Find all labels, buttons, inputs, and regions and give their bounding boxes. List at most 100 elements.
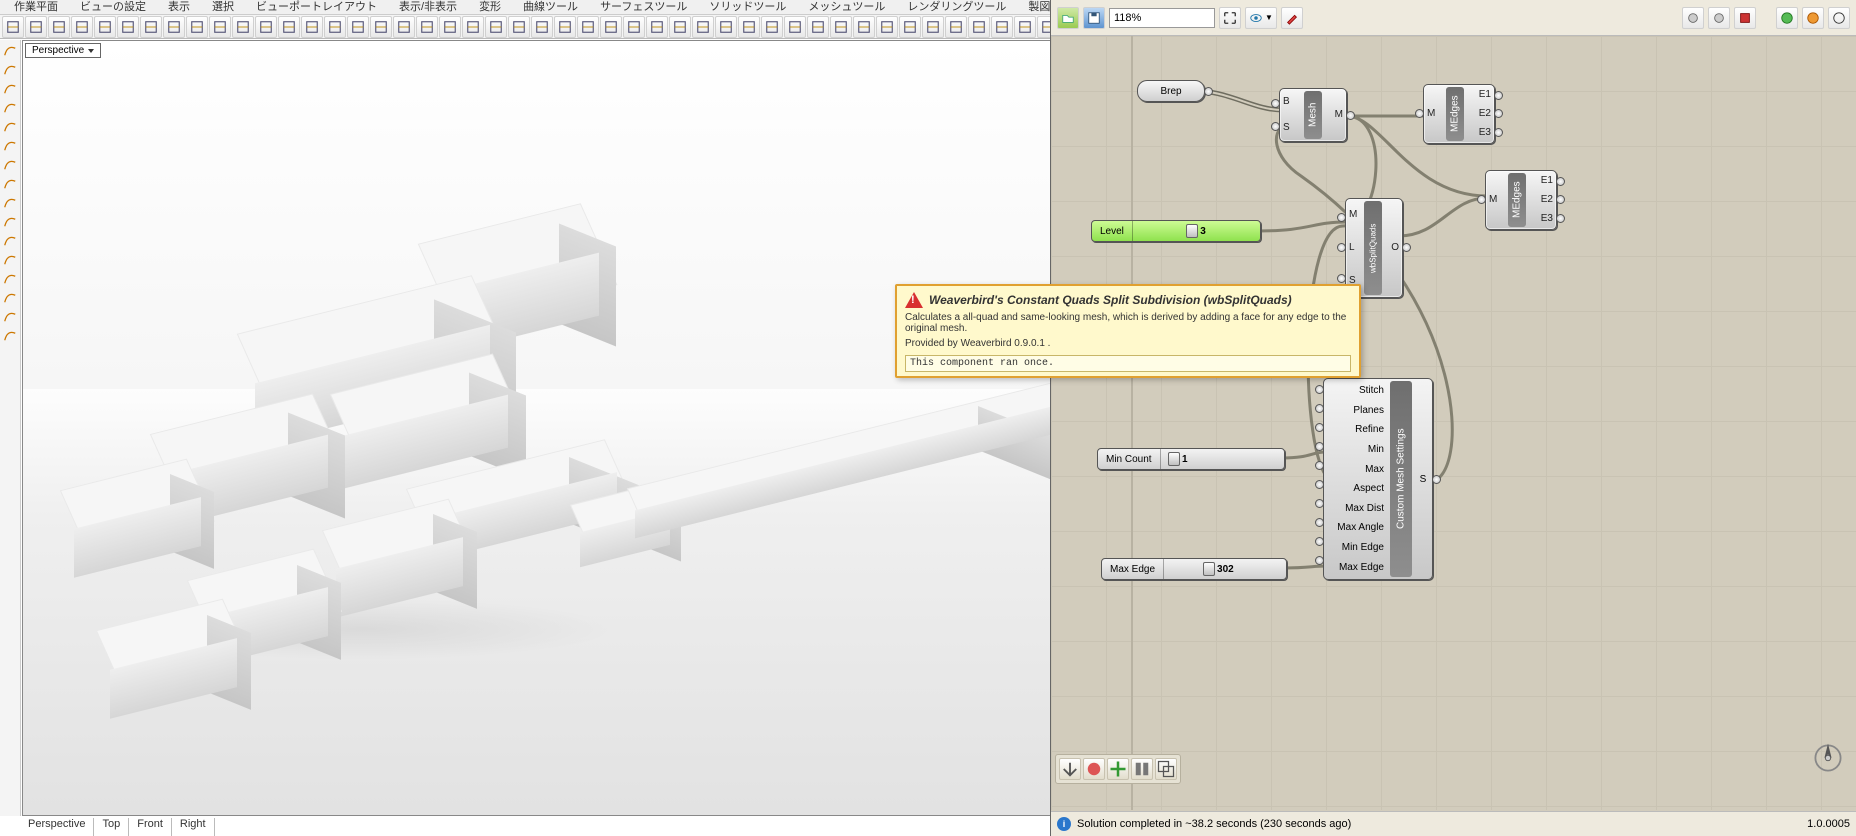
zoom-fit-button[interactable] — [1219, 7, 1241, 29]
left-toolbar-button[interactable] — [2, 327, 18, 343]
toolbar-button[interactable] — [853, 16, 875, 38]
shade-icon[interactable] — [1802, 7, 1824, 29]
toolbar-button[interactable] — [554, 16, 576, 38]
gh-icon[interactable] — [1708, 7, 1730, 29]
gh-icon[interactable] — [1734, 7, 1756, 29]
gh-bottom-button[interactable] — [1059, 758, 1081, 780]
toolbar-button[interactable] — [140, 16, 162, 38]
comp-custom-mesh-settings[interactable]: Stitch Planes Refine Min Max Aspect Max … — [1323, 378, 1433, 580]
toolbar-button[interactable] — [899, 16, 921, 38]
menu-item[interactable]: 表示 — [158, 0, 200, 14]
toolbar-button[interactable] — [393, 16, 415, 38]
toolbar-button[interactable] — [347, 16, 369, 38]
toolbar-button[interactable] — [2, 16, 24, 38]
toolbar-button[interactable] — [577, 16, 599, 38]
left-toolbar-button[interactable] — [2, 232, 18, 248]
toolbar-button[interactable] — [209, 16, 231, 38]
zoom-field[interactable] — [1109, 8, 1215, 28]
toolbar-button[interactable] — [876, 16, 898, 38]
menu-item[interactable]: サーフェスツール — [590, 0, 697, 14]
param-brep[interactable]: Brep — [1137, 80, 1205, 102]
comp-mesh[interactable]: BS Mesh M — [1279, 88, 1347, 142]
gh-icon[interactable] — [1682, 7, 1704, 29]
toolbar-button[interactable] — [991, 16, 1013, 38]
toolbar-button[interactable] — [508, 16, 530, 38]
menu-item[interactable]: 変形 — [469, 0, 511, 14]
perspective-viewport[interactable]: Perspective — [22, 40, 1051, 816]
toolbar-button[interactable] — [623, 16, 645, 38]
toolbar-button[interactable] — [922, 16, 944, 38]
left-toolbar-button[interactable] — [2, 156, 18, 172]
viewport-tabs[interactable]: Perspective Top Front Right — [22, 818, 221, 836]
toolbar-button[interactable] — [186, 16, 208, 38]
left-toolbar-button[interactable] — [2, 194, 18, 210]
toolbar-button[interactable] — [738, 16, 760, 38]
toolbar-button[interactable] — [968, 16, 990, 38]
preview-button[interactable]: ▼ — [1245, 7, 1277, 29]
menu-item[interactable]: ビューの設定 — [70, 0, 156, 14]
left-toolbar-button[interactable] — [2, 213, 18, 229]
shade-icon[interactable] — [1828, 7, 1850, 29]
slider-level[interactable]: Level 3 — [1091, 220, 1261, 242]
menu-item[interactable]: 作業平面 — [4, 0, 68, 14]
toolbar-button[interactable] — [1014, 16, 1036, 38]
compass-icon[interactable] — [1810, 740, 1846, 776]
toolbar-button[interactable] — [830, 16, 852, 38]
left-toolbar-button[interactable] — [2, 289, 18, 305]
viewport-tab[interactable]: Front — [137, 818, 172, 836]
menu-item[interactable]: 曲線ツール — [513, 0, 588, 14]
open-button[interactable] — [1057, 7, 1079, 29]
left-toolbar-button[interactable] — [2, 137, 18, 153]
toolbar-button[interactable] — [255, 16, 277, 38]
menu-item[interactable]: ソリッドツール — [699, 0, 796, 14]
toolbar-button[interactable] — [278, 16, 300, 38]
left-toolbar-button[interactable] — [2, 99, 18, 115]
gh-canvas[interactable]: Brep BS Mesh M M MEdges E1E2E3 M MEdges … — [1051, 36, 1856, 810]
comp-wbsplitquads[interactable]: MLS wbSplitQuads O — [1345, 198, 1403, 298]
shade-icon[interactable] — [1776, 7, 1798, 29]
viewport-tab[interactable]: Perspective — [28, 818, 94, 836]
left-toolbar-button[interactable] — [2, 61, 18, 77]
toolbar-button[interactable] — [807, 16, 829, 38]
viewport-tab[interactable]: Top — [102, 818, 129, 836]
gh-bottom-button[interactable] — [1155, 758, 1177, 780]
toolbar-button[interactable] — [163, 16, 185, 38]
toolbar-button[interactable] — [439, 16, 461, 38]
toolbar-button[interactable] — [531, 16, 553, 38]
toolbar-button[interactable] — [416, 16, 438, 38]
gh-bottom-button[interactable] — [1107, 758, 1129, 780]
toolbar-button[interactable] — [25, 16, 47, 38]
toolbar-button[interactable] — [761, 16, 783, 38]
viewport-label[interactable]: Perspective — [25, 43, 101, 58]
toolbar-button[interactable] — [669, 16, 691, 38]
left-toolbar-button[interactable] — [2, 175, 18, 191]
left-toolbar-button[interactable] — [2, 308, 18, 324]
left-toolbar-button[interactable] — [2, 251, 18, 267]
toolbar-button[interactable] — [71, 16, 93, 38]
slider-maxedge[interactable]: Max Edge 302 — [1101, 558, 1287, 580]
toolbar-button[interactable] — [117, 16, 139, 38]
toolbar-button[interactable] — [370, 16, 392, 38]
menu-item[interactable]: ビューポートレイアウト — [246, 0, 387, 14]
toolbar-button[interactable] — [48, 16, 70, 38]
left-toolbar-button[interactable] — [2, 42, 18, 58]
toolbar-button[interactable] — [646, 16, 668, 38]
menu-item[interactable]: メッシュツール — [798, 0, 895, 14]
toolbar-button[interactable] — [485, 16, 507, 38]
gh-bottom-button[interactable] — [1131, 758, 1153, 780]
toolbar-button[interactable] — [324, 16, 346, 38]
viewport-tab[interactable]: Right — [180, 818, 215, 836]
save-button[interactable] — [1083, 7, 1105, 29]
menu-item[interactable]: レンダリングツール — [897, 0, 1016, 14]
toolbar-button[interactable] — [692, 16, 714, 38]
comp-medges[interactable]: M MEdges E1E2E3 — [1485, 170, 1557, 230]
left-toolbar-button[interactable] — [2, 80, 18, 96]
left-toolbar-button[interactable] — [2, 270, 18, 286]
toolbar-button[interactable] — [462, 16, 484, 38]
toolbar-button[interactable] — [715, 16, 737, 38]
gh-bottom-button[interactable] — [1083, 758, 1105, 780]
toolbar-button[interactable] — [94, 16, 116, 38]
toolbar-button[interactable] — [784, 16, 806, 38]
toolbar-button[interactable] — [600, 16, 622, 38]
comp-medges[interactable]: M MEdges E1E2E3 — [1423, 84, 1495, 144]
